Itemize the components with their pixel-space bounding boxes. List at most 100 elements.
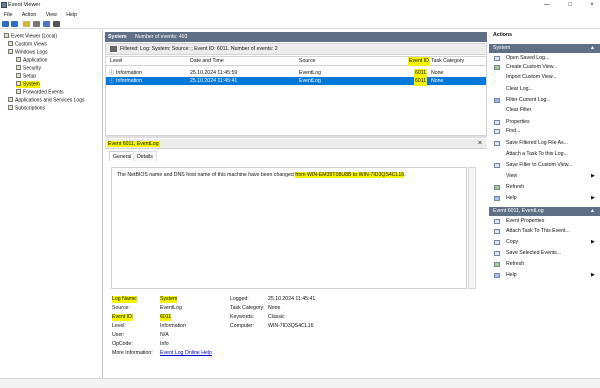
event-details-header: Event 6011, EventLog ×: [105, 139, 487, 149]
value-log-name: System: [160, 296, 178, 303]
value-source: EventLog: [160, 305, 182, 311]
action-attach-task-log[interactable]: Attach a Task To this Log...: [489, 151, 600, 159]
action-clear-log[interactable]: Clear Log...: [489, 86, 600, 94]
actions-section-system[interactable]: System ▲: [489, 44, 600, 53]
event-description: The NetBIOS name and DNS host name of th…: [111, 167, 467, 289]
toolbar: [0, 19, 600, 29]
action-copy[interactable]: Copy ▶: [489, 239, 600, 247]
menu-file[interactable]: File: [4, 11, 12, 19]
action-import-custom-view[interactable]: Import Custom View...: [489, 74, 600, 82]
events-grid: Level Date and Time Source Event ID Task…: [105, 56, 487, 136]
action-refresh-event[interactable]: Refresh: [489, 261, 600, 269]
value-keywords: Classic: [268, 314, 285, 320]
label-opcode: OpCode:: [112, 341, 133, 347]
submenu-arrow-icon: ▶: [591, 195, 595, 201]
details-tabs: General Details: [109, 151, 249, 161]
action-find[interactable]: Find...: [489, 128, 600, 136]
col-task[interactable]: Task Category: [431, 57, 464, 66]
action-save-filtered-log[interactable]: Save Filtered Log File As...: [489, 140, 600, 148]
log-name: System: [108, 34, 127, 40]
label-more-info: More Information:: [112, 350, 153, 356]
filter-text: Filtered: Log: System; Source: ; Event I…: [120, 46, 278, 52]
minimize-button[interactable]: —: [540, 1, 554, 10]
tree-item-security[interactable]: Security: [16, 65, 41, 72]
close-button[interactable]: ×: [585, 1, 599, 10]
log-icon: [16, 81, 21, 86]
tree-item-custom-views[interactable]: Custom Views: [8, 41, 47, 48]
col-date[interactable]: Date and Time: [190, 57, 224, 66]
help-icon[interactable]: [43, 21, 50, 27]
value-task-category: None: [268, 305, 281, 311]
label-log-name: Log Name:: [112, 296, 138, 303]
filter-icon: [110, 46, 117, 52]
col-level[interactable]: Level: [110, 57, 122, 66]
maximize-button[interactable]: □: [563, 1, 577, 10]
action-properties[interactable]: Properties: [489, 119, 600, 127]
label-level: Level:: [112, 323, 126, 329]
tree-item-windows-logs[interactable]: Windows Logs: [8, 49, 48, 56]
action-attach-task-event[interactable]: Attach Task To This Event...: [489, 228, 600, 236]
back-icon[interactable]: [2, 21, 9, 27]
table-row[interactable]: ⓘ Information 25.10.2024 11:45:59 EventL…: [106, 69, 486, 78]
folder-icon: [8, 97, 13, 102]
label-user: User:: [112, 332, 125, 338]
action-help[interactable]: Help ▶: [489, 195, 600, 203]
collapse-icon: ▲: [589, 208, 595, 214]
title-bar: Event Viewer — □ ×: [0, 0, 600, 11]
action-help-event[interactable]: Help ▶: [489, 272, 600, 280]
action-create-custom-view[interactable]: Create Custom View...: [489, 64, 600, 72]
tab-general[interactable]: General: [109, 151, 136, 161]
description-scrollbar[interactable]: [468, 167, 476, 289]
menu-help[interactable]: Help: [66, 11, 77, 19]
tab-details[interactable]: Details: [133, 151, 157, 161]
tree-item-subscriptions[interactable]: Subscriptions: [8, 105, 45, 112]
up-folder-icon[interactable]: [23, 21, 30, 27]
folder-icon: [8, 49, 13, 54]
col-event-id[interactable]: Event ID: [408, 57, 430, 66]
window-title: Event Viewer: [8, 2, 41, 8]
pane-icon[interactable]: [53, 21, 60, 27]
label-computer: Computer:: [230, 323, 255, 329]
event-viewer-icon: [4, 33, 9, 38]
table-row-selected[interactable]: ⓘ Information 25.10.2024 11:45:41 EventL…: [106, 77, 486, 86]
filter-bar: Filtered: Log: System; Source: ; Event I…: [105, 43, 487, 55]
actions-title: Actions: [493, 32, 513, 38]
log-icon: [16, 57, 21, 62]
action-filter-current-log[interactable]: Filter Current Log...: [489, 97, 600, 105]
action-open-saved-log[interactable]: Open Saved Log...: [489, 55, 600, 63]
action-save-filter-custom-view[interactable]: Save Filter to Custom View...: [489, 162, 600, 170]
tree-item-setup[interactable]: Setup: [16, 73, 36, 80]
log-icon: [8, 105, 13, 110]
submenu-arrow-icon: ▶: [591, 272, 595, 278]
col-source[interactable]: Source: [299, 57, 315, 66]
action-clear-filter[interactable]: Clear Filter: [489, 107, 600, 115]
action-refresh[interactable]: Refresh: [489, 184, 600, 192]
label-source: Source:: [112, 305, 130, 311]
menu-view[interactable]: View: [46, 11, 57, 19]
menu-action[interactable]: Action: [22, 11, 36, 19]
value-logged: 25.10.2024 11:45:41: [268, 296, 316, 302]
action-event-properties[interactable]: Event Properties: [489, 218, 600, 226]
tree-item-forwarded-events[interactable]: Forwarded Events: [16, 89, 64, 96]
actions-section-event[interactable]: Event 6011, EventLog ▲: [489, 207, 600, 216]
splitter[interactable]: [105, 136, 487, 138]
label-keywords: Keywords:: [230, 314, 255, 320]
navigation-tree: Event Viewer (Local) Custom Views Window…: [0, 30, 103, 378]
action-save-selected-events[interactable]: Save Selected Events...: [489, 250, 600, 258]
close-icon[interactable]: ×: [478, 140, 482, 147]
label-event-id: Event ID:: [112, 314, 134, 321]
collapse-icon: ▲: [589, 45, 595, 51]
value-opcode: Info: [160, 341, 169, 347]
event-log-help-link[interactable]: Event Log Online Help: [160, 350, 212, 357]
tree-item-apps-services[interactable]: Applications and Services Logs: [8, 97, 85, 104]
value-user: N/A: [160, 332, 169, 338]
properties-icon[interactable]: [33, 21, 40, 27]
tree-item-system[interactable]: System: [16, 81, 40, 88]
forward-icon[interactable]: [11, 21, 18, 27]
description-text: The NetBIOS name and DNS host name of th…: [117, 172, 406, 178]
action-view[interactable]: View ▶: [489, 173, 600, 181]
log-header: System Number of events: 493: [105, 32, 487, 42]
tree-item-event-viewer[interactable]: Event Viewer (Local): [4, 33, 57, 40]
log-icon: [16, 65, 21, 70]
tree-item-application[interactable]: Application: [16, 57, 47, 64]
